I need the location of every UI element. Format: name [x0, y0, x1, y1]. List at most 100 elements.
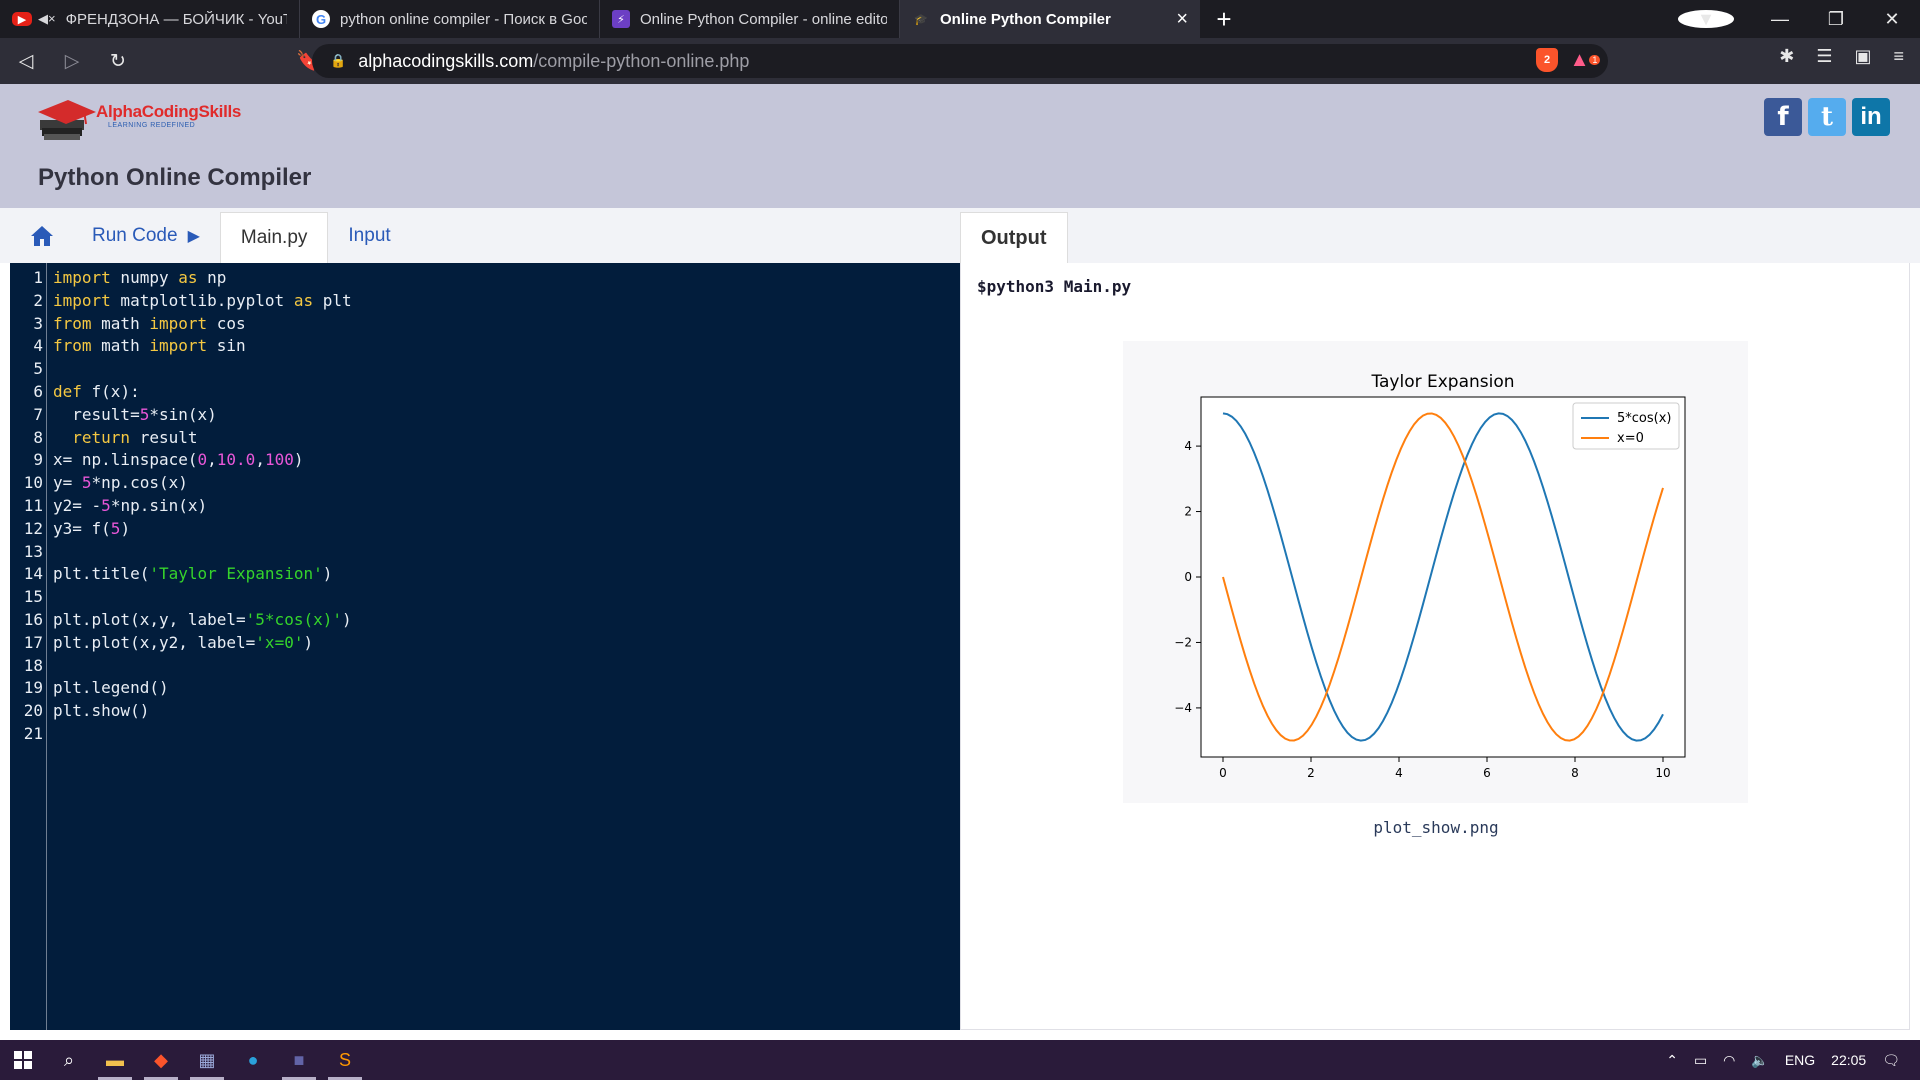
- legend-label: 5*cos(x): [1617, 411, 1671, 426]
- code-line[interactable]: 4 from math import sin: [10, 335, 960, 358]
- code-text: y3= f(5): [53, 518, 131, 538]
- output-tab-bar: Output: [960, 208, 1920, 263]
- browser-tab-youtube[interactable]: ▶ ◀× ФРЕНДЗОНА — БОЙЧИК - YouTube: [0, 0, 300, 38]
- code-line[interactable]: 7 result=5*sin(x): [10, 404, 960, 427]
- back-button[interactable]: ◁: [6, 41, 46, 81]
- code-text: plt.legend(): [53, 678, 169, 698]
- line-number: 4: [33, 336, 43, 356]
- code-line[interactable]: 5: [10, 358, 960, 381]
- code-line[interactable]: 13: [10, 541, 960, 564]
- graduation-cap-icon: [38, 100, 96, 140]
- browser-tab-active[interactable]: 🎓 Online Python Compiler ×: [900, 0, 1200, 38]
- code-line[interactable]: 21: [10, 723, 960, 746]
- language-indicator[interactable]: ENG: [1785, 1052, 1815, 1068]
- line-number: 1: [33, 268, 43, 287]
- muted-speaker-icon[interactable]: ◀×: [38, 11, 56, 27]
- brave-rewards-icon[interactable]: ▲ 1: [1570, 49, 1601, 71]
- plot-image: Taylor Expansion 0 2 4 6 8 10 4 2 0 −2 −4 5*cos(x) x=…: [1123, 341, 1748, 803]
- tab-main-label: Main.py: [240, 227, 308, 248]
- line-number: 14: [23, 564, 43, 584]
- close-tab-icon[interactable]: ×: [1176, 8, 1188, 31]
- tab-output[interactable]: Output: [960, 212, 1068, 263]
- site-header: AlphaCodingSkills LEARNING REDEFINED Pyt…: [0, 84, 1920, 208]
- windows-start-icon[interactable]: [0, 1040, 46, 1080]
- output-panel: $python3 Main.py Taylor Expansion 0 2 4 6 8 10…: [960, 263, 1910, 1030]
- code-text: import numpy as np: [53, 268, 227, 287]
- code-line[interactable]: 10 y= 5*np.cos(x): [10, 472, 960, 495]
- chart: Taylor Expansion 0 2 4 6 8 10 4 2 0 −2 −4 5*cos(x) x=…: [1174, 372, 1686, 780]
- home-icon[interactable]: [12, 208, 72, 263]
- code-line[interactable]: 16 plt.plot(x,y, label='5*cos(x)'): [10, 609, 960, 632]
- code-line[interactable]: 11 y2= -5*np.sin(x): [10, 495, 960, 518]
- forward-button[interactable]: ▷: [52, 41, 92, 81]
- code-text: plt.show(): [53, 701, 150, 721]
- y-tick-label: −4: [1174, 701, 1192, 715]
- code-text: def f(x):: [53, 382, 140, 401]
- extensions-icon[interactable]: ✱: [1779, 46, 1794, 67]
- close-window-button[interactable]: ✕: [1864, 9, 1920, 30]
- playlist-icon[interactable]: ☰: [1816, 46, 1832, 67]
- twitter-icon[interactable]: t: [1808, 98, 1846, 136]
- browser-tab-compiler[interactable]: ⚡ Online Python Compiler - online editor: [600, 0, 900, 38]
- code-line[interactable]: 12 y3= f(5): [10, 518, 960, 541]
- code-text: plt.plot(x,y2, label='x=0'): [53, 632, 314, 652]
- legend-label: x=0: [1617, 431, 1644, 446]
- code-line[interactable]: 6 def f(x):: [10, 381, 960, 404]
- x-tick-label: 8: [1571, 766, 1579, 780]
- code-line[interactable]: 20 plt.show(): [10, 700, 960, 723]
- restore-button[interactable]: ❐: [1808, 9, 1864, 30]
- volume-icon[interactable]: 🔈: [1751, 1052, 1768, 1069]
- new-tab-button[interactable]: +: [1200, 0, 1248, 38]
- sublime-text-icon[interactable]: S: [322, 1040, 368, 1080]
- brave-browser-icon[interactable]: ◆: [138, 1040, 184, 1080]
- line-number: 17: [23, 632, 43, 652]
- wifi-icon[interactable]: ◠: [1723, 1052, 1735, 1069]
- code-line[interactable]: 8 return result: [10, 427, 960, 450]
- browser-tab-strip: ▶ ◀× ФРЕНДЗОНА — БОЙЧИК - YouTube G pyth…: [0, 0, 1920, 38]
- search-icon[interactable]: ⌕: [46, 1040, 92, 1080]
- telegram-icon[interactable]: ●: [230, 1040, 276, 1080]
- battery-icon[interactable]: ▭: [1694, 1052, 1707, 1069]
- file-explorer-icon[interactable]: ▬: [92, 1040, 138, 1080]
- teams-icon[interactable]: ■: [276, 1040, 322, 1080]
- code-line[interactable]: 14 plt.title('Taylor Expansion'): [10, 563, 960, 586]
- tab-main-py[interactable]: Main.py: [219, 212, 329, 263]
- menu-icon[interactable]: ≡: [1893, 46, 1904, 67]
- x-tick-label: 2: [1307, 766, 1315, 780]
- code-line[interactable]: 18: [10, 655, 960, 678]
- code-line[interactable]: 2 import matplotlib.pyplot as plt: [10, 290, 960, 313]
- linkedin-icon[interactable]: in: [1852, 98, 1890, 136]
- tab-search-icon[interactable]: ▼: [1678, 9, 1734, 29]
- code-line[interactable]: 17 plt.plot(x,y2, label='x=0'): [10, 632, 960, 655]
- chevron-up-icon[interactable]: ⌃: [1666, 1052, 1678, 1069]
- code-line[interactable]: 15: [10, 586, 960, 609]
- shield-count: 2: [1543, 54, 1551, 66]
- x-tick-label: 6: [1483, 766, 1491, 780]
- logo-subtext: LEARNING REDEFINED: [108, 122, 196, 129]
- facebook-icon[interactable]: f: [1764, 98, 1802, 136]
- tab-input[interactable]: Input: [328, 208, 410, 263]
- address-bar[interactable]: 🔒 alphacodingskills.com /compile-python-…: [312, 44, 1608, 78]
- site-logo[interactable]: AlphaCodingSkills LEARNING REDEFINED: [36, 94, 241, 146]
- plot-caption: plot_show.png: [1373, 818, 1499, 837]
- code-line[interactable]: 1 import numpy as np: [10, 267, 960, 290]
- brave-shield-icon[interactable]: 2: [1536, 48, 1558, 72]
- code-line[interactable]: 19 plt.legend(): [10, 677, 960, 700]
- line-number: 21: [23, 724, 43, 743]
- wallet-icon[interactable]: ▣: [1854, 46, 1871, 67]
- app-window-icon[interactable]: ▦: [184, 1040, 230, 1080]
- code-editor[interactable]: 1 import numpy as np 2 import matplotlib.py…: [10, 263, 960, 1030]
- notifications-icon[interactable]: 🗨: [1882, 1052, 1900, 1069]
- line-number: 2: [33, 290, 43, 310]
- windows-taskbar: ⌕ ▬ ◆ ▦ ● ■ S ⌃ ▭ ◠ 🔈 ENG 22:05 🗨: [0, 1040, 1920, 1080]
- minimize-button[interactable]: —: [1752, 9, 1808, 30]
- linkedin-letter: in: [1860, 103, 1882, 130]
- code-line[interactable]: 9 x= np.linspace(0,10.0,100): [10, 449, 960, 472]
- clock[interactable]: 22:05: [1831, 1052, 1866, 1068]
- code-line[interactable]: 3 from math import cos: [10, 313, 960, 336]
- rewards-count: 1: [1589, 55, 1601, 65]
- run-code-button[interactable]: Run Code ▶: [72, 208, 220, 263]
- browser-tab-google[interactable]: G python online compiler - Поиск в Googl…: [300, 0, 600, 38]
- lock-icon[interactable]: 🔒: [330, 53, 346, 69]
- reload-button[interactable]: ↻: [98, 41, 138, 81]
